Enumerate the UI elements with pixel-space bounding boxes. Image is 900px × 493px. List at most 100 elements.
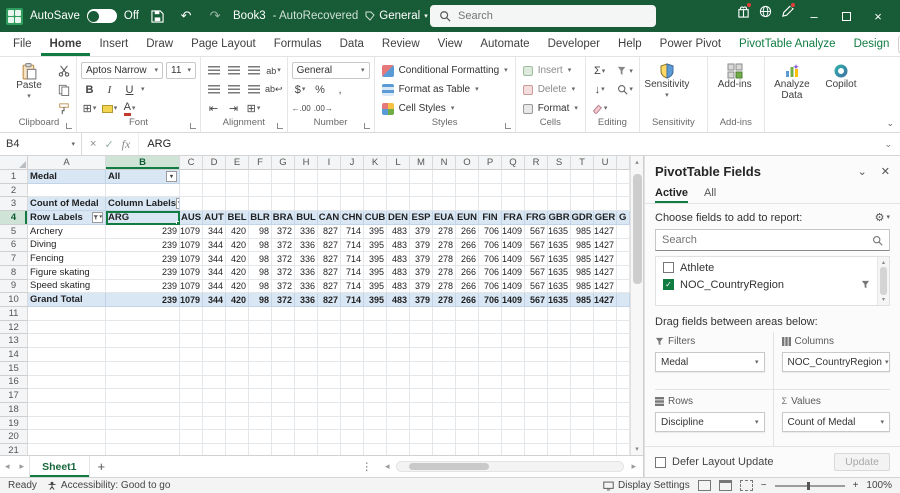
cell-partial9[interactable] [617, 279, 630, 294]
cell-H21[interactable] [295, 444, 318, 456]
network-icon[interactable] [754, 0, 776, 22]
hscroll-left-icon[interactable]: ◂ [380, 461, 395, 472]
cell-C12[interactable] [180, 320, 203, 335]
cell-D3[interactable] [203, 197, 226, 212]
scroll-down-icon[interactable]: ▾ [635, 445, 639, 453]
cell-O2[interactable] [456, 183, 479, 198]
cell-partial3[interactable] [617, 197, 630, 212]
tab-data[interactable]: Data [331, 32, 373, 56]
tab-design[interactable]: Design [845, 32, 899, 56]
cell-R15[interactable] [525, 361, 548, 376]
cell-partial16[interactable] [617, 375, 630, 390]
cell-H3[interactable] [295, 197, 318, 212]
cell-J10[interactable]: 714 [341, 293, 364, 308]
cell-D17[interactable] [203, 389, 226, 403]
cell-partial11[interactable] [617, 307, 630, 321]
cell-H8[interactable]: 336 [295, 265, 318, 280]
cell-T13[interactable] [571, 334, 594, 349]
cell-J14[interactable] [341, 348, 364, 362]
col-header-A[interactable]: A [28, 156, 106, 170]
cell-I13[interactable] [318, 334, 341, 349]
cell-K20[interactable] [364, 430, 387, 445]
row-header-4[interactable]: 4 [0, 211, 28, 225]
cell-B14[interactable] [106, 348, 180, 362]
cell-K16[interactable] [364, 375, 387, 390]
cell-T20[interactable] [571, 430, 594, 445]
hscroll-right-icon[interactable]: ▸ [626, 461, 641, 472]
cell-M2[interactable] [410, 183, 433, 198]
cell-M11[interactable] [410, 307, 433, 321]
row-header-7[interactable]: 7 [0, 252, 28, 266]
cell-P10[interactable]: 706 [479, 293, 502, 308]
cell-C6[interactable]: 1079 [180, 238, 203, 253]
cell-J9[interactable]: 714 [341, 279, 364, 294]
cell-O3[interactable] [456, 197, 479, 212]
cell-T10[interactable]: 985 [571, 293, 594, 308]
cell-A7[interactable]: Fencing [28, 252, 106, 266]
cell-B15[interactable] [106, 361, 180, 376]
cell-I12[interactable] [318, 320, 341, 335]
col-header-M[interactable]: M [410, 156, 433, 170]
defer-layout-checkbox[interactable] [655, 456, 666, 468]
cell-M14[interactable] [410, 348, 433, 362]
cell-A9[interactable]: Speed skating [28, 279, 106, 294]
cell-J6[interactable]: 714 [341, 238, 364, 253]
cell-C20[interactable] [180, 430, 203, 445]
cell-E13[interactable] [226, 334, 249, 349]
chip-dropdown-icon[interactable]: ▾ [885, 359, 889, 366]
align-center-button[interactable] [225, 82, 242, 98]
cell-D15[interactable] [203, 361, 226, 376]
cell-partial17[interactable] [617, 389, 630, 403]
cell-H2[interactable] [295, 183, 318, 198]
cell-D2[interactable] [203, 183, 226, 198]
zoom-out-icon[interactable]: − [761, 480, 767, 491]
cell-U15[interactable] [594, 361, 617, 376]
cell-K11[interactable] [364, 307, 387, 321]
cell-E20[interactable] [226, 430, 249, 445]
cell-J1[interactable] [341, 170, 364, 184]
cell-J5[interactable]: 714 [341, 224, 364, 239]
cell-K4[interactable]: CUB [364, 211, 387, 225]
cell-L2[interactable] [387, 183, 410, 198]
cell-S10[interactable]: 1635 [548, 293, 571, 308]
cell-T8[interactable]: 985 [571, 265, 594, 280]
cell-B1[interactable]: All ▾ [106, 170, 180, 184]
fields-options-gear-icon[interactable]: ⚙ ▾ [875, 211, 890, 224]
cell-U13[interactable] [594, 334, 617, 349]
cell-D14[interactable] [203, 348, 226, 362]
minimize-button[interactable]: – [798, 0, 830, 32]
field-list-scrollbar[interactable]: ▴ ▾ [877, 257, 889, 305]
pane-tab-active[interactable]: Active [655, 185, 688, 203]
cell-R9[interactable]: 567 [525, 279, 548, 294]
cell-Q5[interactable]: 1409 [502, 224, 525, 239]
cell-U17[interactable] [594, 389, 617, 403]
col-header-O[interactable]: O [456, 156, 479, 170]
cell-N6[interactable]: 278 [433, 238, 456, 253]
format-cells-button[interactable]: Format ▾ [520, 100, 581, 117]
cell-K14[interactable] [364, 348, 387, 362]
cell-O14[interactable] [456, 348, 479, 362]
italic-button[interactable]: I [101, 82, 118, 98]
cell-U2[interactable] [594, 183, 617, 198]
cell-H14[interactable] [295, 348, 318, 362]
cell-partial12[interactable] [617, 320, 630, 335]
cell-F3[interactable] [249, 197, 272, 212]
cell-J2[interactable] [341, 183, 364, 198]
cell-N2[interactable] [433, 183, 456, 198]
cell-S6[interactable]: 1635 [548, 238, 571, 253]
area-field-discipline[interactable]: Discipline ▾ [655, 412, 765, 432]
cell-U6[interactable]: 1427 [594, 238, 617, 253]
collapse-ribbon-icon[interactable]: ⌄ [886, 118, 894, 129]
cell-K19[interactable] [364, 416, 387, 431]
cell-R6[interactable]: 567 [525, 238, 548, 253]
underline-caret[interactable]: ▾ [141, 86, 145, 93]
cell-Q7[interactable]: 1409 [502, 252, 525, 266]
area-field-noc-countryregion[interactable]: NOC_CountryRegion ▾ [781, 352, 890, 372]
cell-O18[interactable] [456, 402, 479, 417]
cell-E7[interactable]: 420 [226, 252, 249, 266]
cell-N5[interactable]: 278 [433, 224, 456, 239]
cell-G9[interactable]: 372 [272, 279, 295, 294]
fill-button[interactable]: ↓ ▾ [590, 82, 610, 98]
cell-G13[interactable] [272, 334, 295, 349]
col-header-C[interactable]: C [180, 156, 203, 170]
